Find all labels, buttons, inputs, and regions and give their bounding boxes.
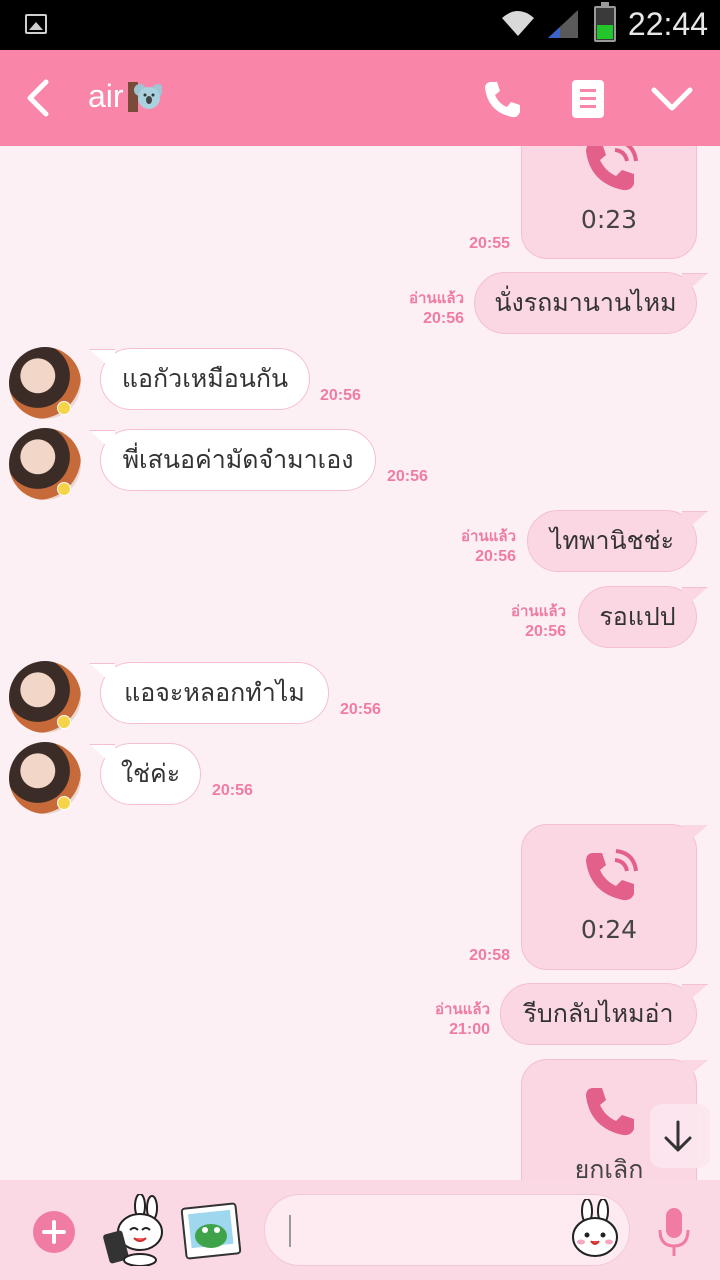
- avatar[interactable]: [9, 347, 81, 419]
- read-receipt: อ่านแล้ว: [511, 603, 566, 620]
- incoming-message[interactable]: พี่เสนอค่ามัดจำมาเอง: [100, 429, 376, 491]
- read-receipt: อ่านแล้ว: [409, 290, 464, 307]
- back-icon[interactable]: [22, 78, 58, 118]
- status-badge: [57, 401, 71, 415]
- message-time: 20:56: [212, 782, 253, 799]
- chat-header: air: [0, 50, 720, 146]
- status-clock: 22:44: [627, 6, 708, 42]
- input-bar: [0, 1180, 720, 1280]
- message-time: 20:56: [475, 548, 516, 565]
- call-duration: 0:24: [580, 915, 638, 944]
- message-time: 20:55: [469, 235, 510, 252]
- scroll-down-button[interactable]: [650, 1104, 710, 1168]
- message-time: 20:56: [423, 310, 464, 327]
- outgoing-message[interactable]: ไทพานิชช่ะ: [527, 510, 697, 572]
- plus-icon[interactable]: [33, 1211, 75, 1253]
- outgoing-message[interactable]: รีบกลับไหมอ่า: [500, 983, 697, 1045]
- message-meta: อ่านแล้ว 20:56: [390, 289, 464, 329]
- wifi-icon: [502, 11, 534, 36]
- microphone-icon[interactable]: [656, 1206, 692, 1258]
- arrow-down-icon: [664, 1120, 692, 1152]
- sticker-icon[interactable]: [100, 1194, 166, 1266]
- phone-call-icon: [586, 146, 638, 191]
- incoming-message[interactable]: แอกัวเหมือนกัน: [100, 348, 310, 410]
- phone-icon[interactable]: [482, 78, 524, 120]
- koala-icon: [128, 82, 162, 112]
- status-bar: 22:44: [0, 0, 720, 50]
- photo-icon[interactable]: [180, 1202, 242, 1260]
- outgoing-message[interactable]: นั่งรถมานานไหม: [474, 272, 697, 334]
- incoming-message[interactable]: แอจะหลอกทำไม: [100, 662, 329, 724]
- avatar[interactable]: [9, 661, 81, 733]
- status-badge: [57, 715, 71, 729]
- text-caret: [289, 1215, 291, 1247]
- message-meta: อ่านแล้ว 20:56: [494, 602, 566, 642]
- message-time: 20:56: [387, 468, 428, 485]
- phone-icon: [586, 1088, 634, 1136]
- message-time: 20:58: [469, 947, 510, 964]
- message-meta: อ่านแล้ว 21:00: [416, 1000, 490, 1040]
- outgoing-message[interactable]: รอแปป: [578, 586, 697, 648]
- gallery-icon: [25, 14, 47, 34]
- avatar[interactable]: [9, 742, 81, 814]
- message-time: 20:56: [320, 387, 361, 404]
- signal-icon: [548, 10, 578, 38]
- message-time: 20:56: [340, 701, 381, 718]
- incoming-message[interactable]: ใช่ค่ะ: [100, 743, 201, 805]
- emoji-icon[interactable]: [569, 1199, 621, 1259]
- status-badge: [57, 482, 71, 496]
- chat-title[interactable]: air: [88, 78, 124, 115]
- message-input[interactable]: [264, 1194, 630, 1266]
- battery-icon: [594, 2, 616, 42]
- call-message[interactable]: 0:23: [521, 146, 697, 259]
- chevron-down-icon[interactable]: [650, 84, 694, 114]
- read-receipt: อ่านแล้ว: [435, 1001, 490, 1018]
- message-meta: อ่านแล้ว 20:56: [444, 527, 516, 567]
- avatar[interactable]: [9, 428, 81, 500]
- message-time: 21:00: [449, 1021, 490, 1038]
- call-duration: 0:23: [580, 205, 638, 234]
- message-time: 20:56: [525, 623, 566, 640]
- call-message[interactable]: 0:24: [521, 824, 697, 970]
- read-receipt: อ่านแล้ว: [461, 528, 516, 545]
- status-badge: [57, 796, 71, 810]
- notes-icon[interactable]: [572, 80, 604, 118]
- phone-call-icon: [586, 849, 638, 901]
- message-list[interactable]: 0:23 20:55 อ่านแล้ว 20:56 นั่งรถมานานไหม…: [0, 146, 720, 1180]
